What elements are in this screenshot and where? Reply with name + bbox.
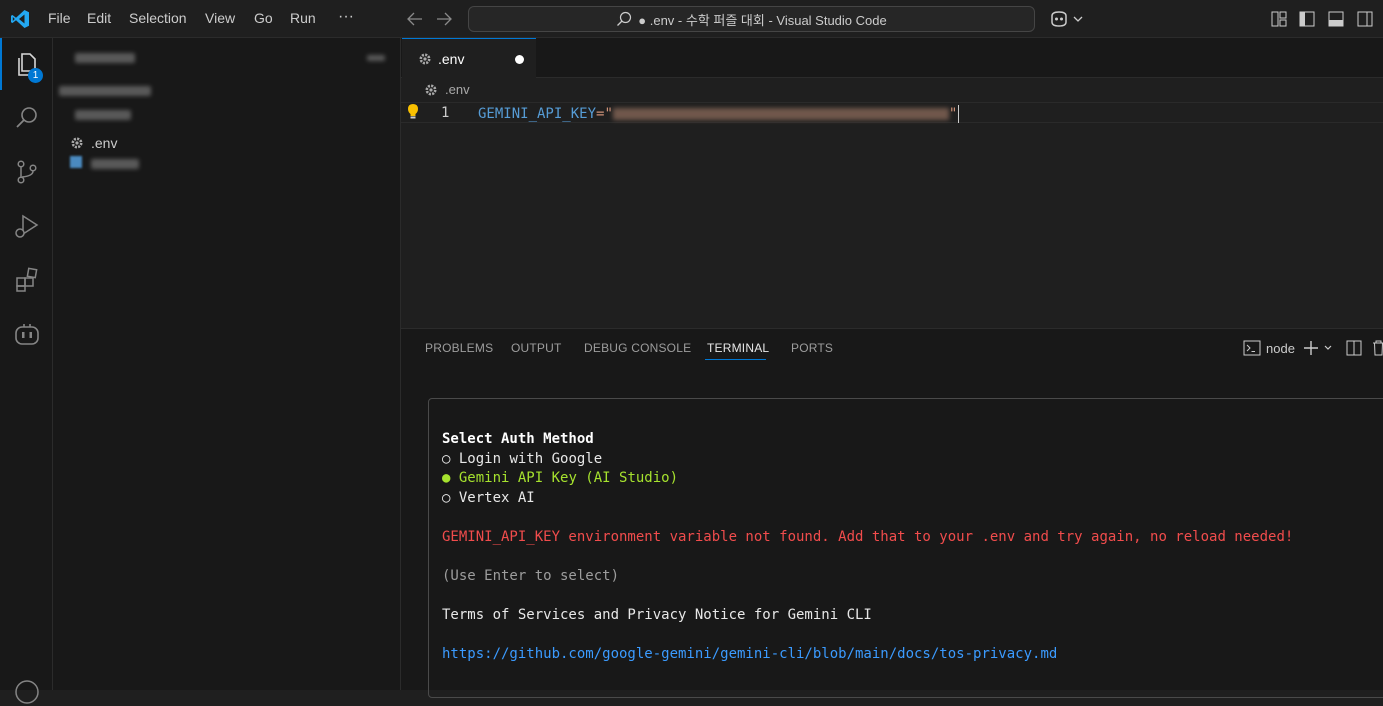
unsaved-dot-icon[interactable] [515,55,524,64]
account-icon[interactable] [13,678,41,706]
env-close-quote: " [948,106,958,122]
editor-area: .env .env 1 GEMINI_API_KEY =" " [401,38,1383,328]
split-terminal-icon[interactable] [1346,340,1362,356]
auth-error-message: GEMINI_API_KEY environment variable not … [442,529,1294,545]
tab-debug-console[interactable]: DEBUG CONSOLE [584,341,691,355]
search-icon[interactable] [13,104,41,132]
run-debug-icon[interactable] [13,212,41,240]
forward-arrow-icon[interactable] [436,12,452,26]
command-center-search[interactable]: ● .env - 수학 퍼즐 대회 - Visual Studio Code [468,6,1035,32]
lightbulb-icon[interactable] [407,103,419,119]
tab-label: .env [438,51,465,67]
explorer-more-actions[interactable] [367,55,385,61]
file-icon [70,156,82,168]
trash-icon[interactable] [1372,340,1383,356]
terminal-selector[interactable]: node [1243,340,1295,356]
terms-notice: Terms of Services and Privacy Notice for… [442,607,872,623]
tab-env[interactable]: .env [402,38,536,78]
line-number: 1 [441,105,450,121]
folder-item-redacted[interactable] [75,110,131,120]
gear-icon [71,137,83,149]
menu-run[interactable]: Run [290,10,316,26]
toggle-primary-sidebar-icon[interactable] [1299,11,1315,27]
source-control-icon[interactable] [13,158,41,186]
option-login-google[interactable]: ○ Login with Google [442,451,602,467]
tab-terminal[interactable]: TERMINAL [707,341,769,355]
menu-go[interactable]: Go [254,10,273,26]
menu-edit[interactable]: Edit [87,10,111,26]
terminal-icon [1243,340,1261,356]
text-cursor [958,105,960,123]
window-title: ● .env - 수학 퍼즐 대회 - Visual Studio Code [638,12,887,28]
option-vertex-ai[interactable]: ○ Vertex AI [442,490,535,506]
select-hint: (Use Enter to select) [442,568,620,584]
menu-more[interactable]: ··· [338,8,354,26]
file-name: .env [91,135,118,151]
breadcrumb[interactable]: .env [424,82,470,97]
menu-file[interactable]: File [48,10,71,26]
vscode-logo-icon[interactable] [10,9,30,29]
tab-output[interactable]: OUTPUT [511,341,562,355]
terminal-name: node [1266,340,1295,356]
tab-ports[interactable]: PORTS [791,341,833,355]
bottom-panel: PROBLEMS OUTPUT DEBUG CONSOLE TERMINAL P… [401,328,1383,698]
toggle-secondary-sidebar-icon[interactable] [1357,11,1373,27]
copilot-chat-icon[interactable] [13,320,41,348]
explorer-badge: 1 [28,68,43,83]
explorer-header-redacted [75,53,135,63]
terms-link[interactable]: https://github.com/google-gemini/gemini-… [442,646,1057,662]
file-item-env[interactable]: .env [70,132,370,154]
tab-problems[interactable]: PROBLEMS [425,341,493,355]
new-terminal-icon[interactable] [1303,340,1333,356]
breadcrumb-file: .env [445,82,470,97]
auth-heading: Select Auth Method [442,431,594,447]
menu-selection[interactable]: Selection [129,10,187,26]
toggle-panel-icon[interactable] [1328,11,1344,27]
gear-icon [425,84,437,95]
env-eq-quote: =" [596,106,613,122]
gear-icon [419,53,431,65]
search-icon [617,11,632,26]
customize-layout-icon[interactable] [1271,11,1287,27]
explorer-sidebar: .env [53,38,401,690]
activity-bar: 1 [0,38,53,704]
redacted-api-key [612,108,949,120]
title-bar: File Edit Selection View Go Run ··· ● .e… [0,0,1383,38]
active-indicator [0,38,2,90]
file-item-redacted[interactable] [91,159,139,169]
option-gemini-api-key[interactable]: ● Gemini API Key (AI Studio) [442,470,678,486]
back-arrow-icon[interactable] [407,12,423,26]
folder-item-redacted[interactable] [59,86,151,96]
code-line[interactable]: GEMINI_API_KEY =" " [478,105,960,123]
terminal-auth-dialog[interactable]: Select Auth Method ○ Login with Google ●… [428,398,1383,698]
active-tab-underline [705,359,766,360]
copilot-icon[interactable] [1049,10,1085,28]
env-key: GEMINI_API_KEY [478,106,597,122]
editor-tabs: .env [401,38,1383,78]
menu-view[interactable]: View [205,10,235,26]
extensions-icon[interactable] [13,266,41,294]
